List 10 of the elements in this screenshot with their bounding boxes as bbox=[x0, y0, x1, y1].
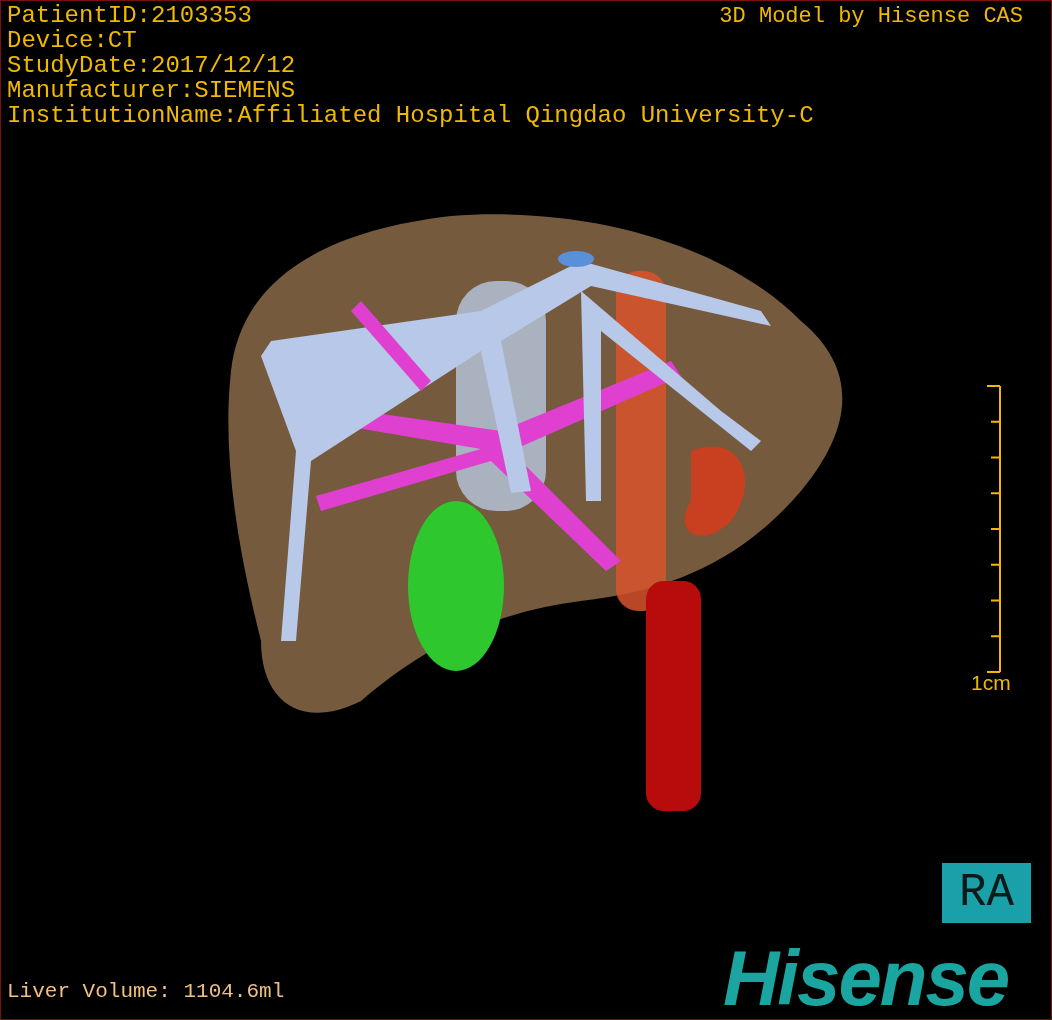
scale-label: 1cm bbox=[971, 671, 1011, 695]
info-line: InstitutionName:Affiliated Hospital Qingdao University-C bbox=[7, 103, 814, 128]
orientation-label: RA bbox=[942, 863, 1031, 923]
credit-text: 3D Model by Hisense CAS bbox=[719, 4, 1023, 29]
info-line: Device:CT bbox=[7, 28, 137, 53]
volume-text: Liver Volume: 1104.6ml bbox=[7, 979, 285, 1005]
info-line: Manufacturer:SIEMENS bbox=[7, 78, 296, 103]
brand-logo: Hisense bbox=[723, 938, 1010, 1018]
info-line: PatientID:2103353 bbox=[7, 3, 252, 28]
info-line: StudyDate:2017/12/12 bbox=[7, 53, 296, 78]
